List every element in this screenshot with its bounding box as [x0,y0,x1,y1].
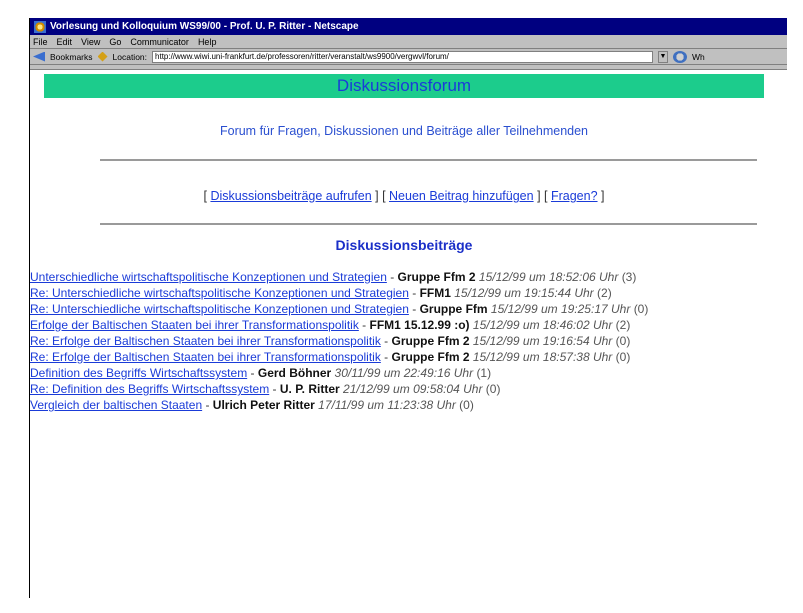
post-date: 15/12/99 um 18:57:38 Uhr [472,350,613,364]
thread-link[interactable]: Re: Unterschiedliche wirtschaftspolitisc… [30,286,409,300]
post-author: U. P. Ritter [279,382,340,396]
list-item: Unterschiedliche wirtschaftspolitische K… [30,269,675,317]
whats-related-icon[interactable] [673,50,688,63]
post-author: Gruppe Ffm 2 [397,270,476,284]
thread-link[interactable]: Unterschiedliche wirtschaftspolitische K… [30,270,387,284]
list-item: Vergleich der baltischen Staaten - Ulric… [30,397,675,413]
toolbar-collapse-bar[interactable] [30,65,787,70]
menu-edit[interactable]: Edit [57,37,73,47]
post-author: FFM1 15.12.99 :o) [369,318,470,332]
menu-bar: File Edit View Go Communicator Help [30,35,787,49]
section-title: Diskussionsbeiträge [335,237,473,253]
bookmarks-button[interactable]: Bookmarks [50,52,93,62]
post-date: 15/12/99 um 19:15:44 Uhr [454,286,594,300]
thread-link[interactable]: Re: Erfolge der Baltischen Staaten bei i… [30,350,381,364]
thread-link[interactable]: Vergleich der baltischen Staaten [30,398,202,412]
post-date: 21/12/99 um 09:58:04 Uhr [343,382,483,396]
list-item: Re: Erfolge der Baltischen Staaten bei i… [30,349,675,365]
reply-count: (2) [597,286,612,300]
reply-count: (1) [476,366,492,380]
whats-related-label[interactable]: Wh [692,52,705,62]
thread-link[interactable]: Re: Erfolge der Baltischen Staaten bei i… [30,334,381,348]
post-author: Gruppe Ffm [419,302,488,316]
location-toolbar: Bookmarks Location: http://www.wiwi.uni-… [30,49,787,65]
menu-help[interactable]: Help [198,37,217,47]
post-date: 30/11/99 um 22:49:16 Uhr [334,366,474,380]
reply-count: (3) [621,270,637,284]
post-date: 15/12/99 um 18:52:06 Uhr [478,270,619,284]
page-content: Diskussionsforum Forum für Fragen, Disku… [30,74,787,413]
list-item: Re: Unterschiedliche wirtschaftspolitisc… [30,301,675,317]
thread-link[interactable]: Re: Unterschiedliche wirtschaftspolitisc… [30,302,409,316]
bookmarks-icon[interactable] [33,51,45,62]
thread-link[interactable]: Re: Definition des Begriffs Wirtschaftss… [30,382,269,396]
title-bar: Vorlesung und Kolloquium WS99/00 - Prof.… [30,18,787,35]
location-icon [97,51,108,62]
menu-file[interactable]: File [33,37,48,47]
reply-count: (0) [485,382,501,396]
post-author: Gruppe Ffm 2 [391,334,470,348]
questions-link[interactable]: Fragen? [551,189,598,203]
post-date: 17/11/99 um 11:23:38 Uhr [318,398,456,412]
page-banner: Diskussionsforum [44,74,764,98]
list-item: Re: Erfolge der Baltischen Staaten bei i… [30,333,675,349]
post-date: 15/12/99 um 19:25:17 Uhr [490,302,631,316]
menu-communicator[interactable]: Communicator [130,37,189,47]
list-item: Erfolge der Baltischen Staaten bei ihrer… [30,317,675,365]
post-date: 15/12/99 um 19:16:54 Uhr [472,334,613,348]
action-links: [ Diskussionsbeiträge aufrufen ] [ Neuen… [203,189,605,203]
page-subtitle: Forum für Fragen, Diskussionen und Beitr… [219,124,589,138]
divider [100,159,757,161]
menu-go[interactable]: Go [109,37,121,47]
location-label: Location: [112,51,148,62]
post-date: 15/12/99 um 18:46:02 Uhr [472,318,613,332]
divider [100,223,757,225]
reply-count: (0) [459,398,474,412]
menu-view[interactable]: View [81,37,100,47]
reply-count: (0) [615,350,631,364]
url-input[interactable]: http://www.wiwi.uni-frankfurt.de/profess… [152,50,654,63]
list-item: Definition des Begriffs Wirtschaftssyste… [30,365,675,397]
thread-link[interactable]: Erfolge der Baltischen Staaten bei ihrer… [30,318,359,332]
post-author: FFM1 [419,286,451,300]
reply-count: (0) [615,334,631,348]
view-posts-link[interactable]: Diskussionsbeiträge aufrufen [210,189,371,203]
url-text: http://www.wiwi.uni-frankfurt.de/profess… [155,52,449,61]
url-dropdown-button[interactable]: ▼ [658,50,669,63]
netscape-icon [34,20,46,33]
browser-window: Vorlesung und Kolloquium WS99/00 - Prof.… [29,18,787,598]
thread-list: Unterschiedliche wirtschaftspolitische K… [30,269,787,413]
thread-link[interactable]: Definition des Begriffs Wirtschaftssyste… [30,366,247,380]
window-title: Vorlesung und Kolloquium WS99/00 - Prof.… [50,21,359,32]
post-author: Ulrich Peter Ritter [212,398,315,412]
post-author: Gruppe Ffm 2 [391,350,470,364]
post-author: Gerd Böhner [257,366,332,380]
reply-count: (2) [615,318,631,332]
list-item: Re: Unterschiedliche wirtschaftspolitisc… [30,285,675,317]
add-post-link[interactable]: Neuen Beitrag hinzufügen [389,189,534,203]
list-item: Re: Definition des Begriffs Wirtschaftss… [30,381,675,397]
reply-count: (0) [633,302,649,316]
